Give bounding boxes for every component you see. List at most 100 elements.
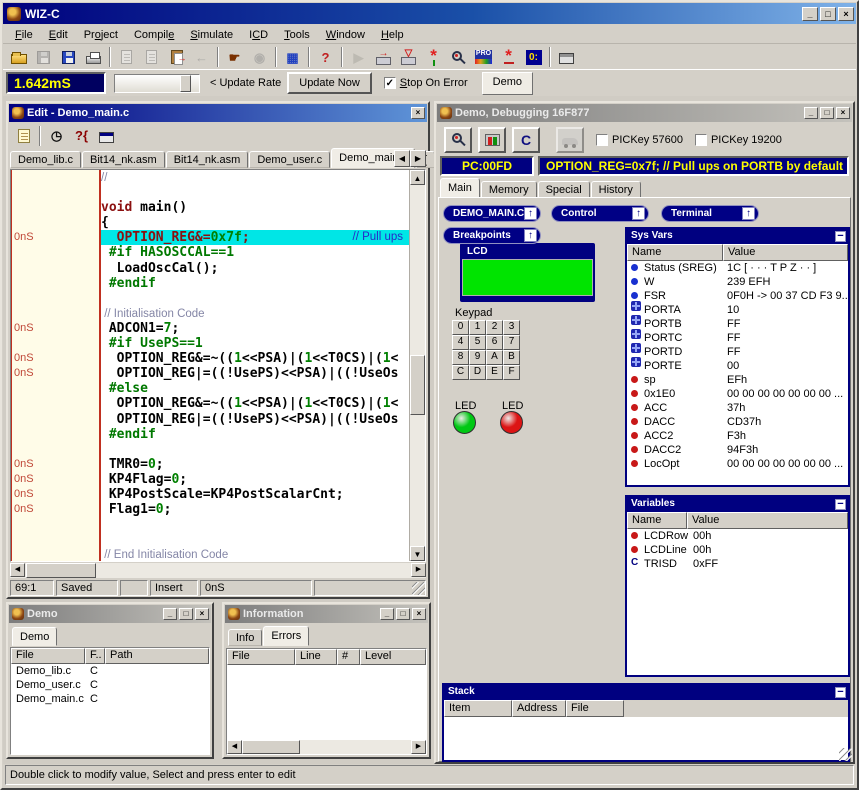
scroll-left-button[interactable]: ◀ — [10, 563, 25, 577]
variable-row[interactable]: LocOpt00 00 00 00 00 00 00 ... — [627, 457, 848, 471]
tab-scroll-right-button[interactable]: ▶ — [410, 150, 426, 167]
variable-row[interactable]: PORTE00 — [627, 359, 848, 373]
keypad-key-c[interactable]: C — [452, 365, 469, 380]
save-as-button[interactable] — [56, 46, 81, 69]
slider-thumb[interactable] — [180, 75, 191, 92]
update-now-button[interactable]: Update Now — [287, 72, 372, 94]
project-tab-demo[interactable]: Demo — [482, 72, 533, 95]
copy-notes-button[interactable] — [11, 124, 36, 147]
keypad-key-6[interactable]: 6 — [486, 335, 503, 350]
editor-tab-1[interactable]: Bit14_nk.asm — [82, 151, 165, 168]
panel-button-demo-main-c[interactable]: DEMO_MAIN.C↑ — [443, 205, 541, 222]
editor-vertical-scrollbar[interactable]: ▲ ▼ — [409, 170, 425, 561]
variable-row[interactable]: DACC294F3h — [627, 443, 848, 457]
main-title-bar[interactable]: WIZ-C _ □ × — [3, 3, 856, 24]
information-minimize-button[interactable]: _ — [380, 608, 394, 620]
debug-maximize-button[interactable]: □ — [820, 107, 834, 119]
variable-row[interactable]: PORTA10 — [627, 303, 848, 317]
zoom-button[interactable] — [444, 127, 472, 153]
variable-row[interactable]: ACC37h — [627, 401, 848, 415]
save-button[interactable] — [31, 46, 56, 69]
keypad-key-4[interactable]: 4 — [452, 335, 469, 350]
code-editor[interactable]: 0nS0nS0nS0nS0nS0nS0nS0nS //void main(){/… — [10, 169, 426, 562]
horizontal-scroll-thumb[interactable] — [26, 563, 96, 578]
go-to-breakpoint-button[interactable]: * — [421, 46, 446, 69]
keypad-key-a[interactable]: A — [486, 350, 503, 365]
menu-item-help[interactable]: Help — [373, 27, 412, 43]
information-title-bar[interactable]: Information _ □ × — [225, 605, 428, 623]
variable-row[interactable]: LCDRow00h — [627, 529, 848, 543]
find-execution-button[interactable] — [446, 46, 471, 69]
scroll-down-button[interactable]: ▼ — [410, 546, 425, 561]
variable-row[interactable]: CTRISD0xFF — [627, 557, 848, 571]
pickey-57600-checkbox[interactable] — [596, 134, 608, 146]
tab-scroll-left-button[interactable]: ◀ — [394, 150, 410, 167]
keypad-key-5[interactable]: 5 — [469, 335, 486, 350]
tab-info[interactable]: Info — [228, 629, 262, 646]
connect-button[interactable] — [478, 127, 506, 153]
keypad-key-1[interactable]: 1 — [469, 320, 486, 335]
code-text[interactable]: //void main(){// Pull ups OPTION_REG&=0x… — [101, 170, 409, 561]
editor-tab-3[interactable]: Demo_user.c — [249, 151, 330, 168]
stopwatch-button[interactable]: ◷ — [44, 124, 69, 147]
open-button[interactable] — [6, 46, 31, 69]
variable-row[interactable]: FSR0F0H -> 00 37 CD F3 9... — [627, 289, 848, 303]
help-button[interactable]: ? — [313, 46, 338, 69]
project-close-button[interactable]: × — [195, 608, 209, 620]
edit-close-button[interactable]: × — [411, 107, 425, 119]
maximize-button[interactable]: □ — [820, 7, 836, 21]
debug-tab-main[interactable]: Main — [440, 178, 480, 198]
information-close-button[interactable]: × — [412, 608, 426, 620]
variable-row[interactable]: DACCCD37h — [627, 415, 848, 429]
step-into-button[interactable]: → — [371, 46, 396, 69]
keypad-key-f[interactable]: F — [503, 365, 520, 380]
project-tab[interactable]: Demo — [12, 627, 57, 646]
update-rate-slider[interactable] — [114, 74, 200, 93]
variable-row[interactable]: ACC2F3h — [627, 429, 848, 443]
variable-row[interactable]: PORTBFF — [627, 317, 848, 331]
pickey-19200-checkbox[interactable] — [695, 134, 707, 146]
make-pointer-button[interactable]: ☛ — [222, 46, 247, 69]
menu-item-compile[interactable]: Compile — [126, 27, 182, 43]
context-help-button[interactable]: ?{ — [69, 124, 94, 147]
keypad-key-e[interactable]: E — [486, 365, 503, 380]
keypad-key-7[interactable]: 7 — [503, 335, 520, 350]
debug-resize-grip[interactable] — [839, 748, 852, 761]
scroll-left-button[interactable]: ◀ — [227, 740, 242, 754]
window-toggle-button[interactable] — [554, 46, 579, 69]
keypad-key-0[interactable]: 0 — [452, 320, 469, 335]
pro-mode-button[interactable]: PRO — [471, 46, 496, 69]
scroll-up-button[interactable]: ▲ — [410, 170, 425, 185]
debug-tab-memory[interactable]: Memory — [481, 181, 537, 198]
debug-minimize-button[interactable]: _ — [804, 107, 818, 119]
project-file-row[interactable]: Demo_lib.cC — [11, 664, 209, 678]
variable-row[interactable]: PORTDFF — [627, 345, 848, 359]
resize-grip[interactable] — [412, 582, 425, 595]
scroll-right-button[interactable]: ▶ — [411, 563, 426, 577]
run-button[interactable]: ▶ — [346, 46, 371, 69]
variable-row[interactable]: W239 EFH — [627, 275, 848, 289]
animate-button[interactable]: 0: — [521, 46, 546, 69]
new-page-button[interactable] — [114, 46, 139, 69]
variable-row[interactable]: Status (SREG)1C [ · · · T P Z · · ] — [627, 261, 848, 275]
menu-item-file[interactable]: File — [7, 27, 41, 43]
editor-tab-0[interactable]: Demo_lib.c — [10, 151, 81, 168]
close-button[interactable]: × — [838, 7, 854, 21]
information-maximize-button[interactable]: □ — [396, 608, 410, 620]
undo-button[interactable]: ← — [189, 46, 214, 69]
panel-button-control[interactable]: Control↑ — [551, 205, 649, 222]
project-file-row[interactable]: Demo_main.cC — [11, 692, 209, 706]
debug-close-button[interactable]: × — [836, 107, 850, 119]
tab-errors[interactable]: Errors — [263, 626, 309, 646]
menu-item-edit[interactable]: Edit — [41, 27, 76, 43]
errors-horizontal-scrollbar[interactable]: ◀ ▶ — [227, 740, 426, 754]
stack-header[interactable]: Stack − — [444, 685, 848, 700]
c-source-button[interactable]: C — [512, 127, 540, 153]
minimize-button[interactable]: _ — [802, 7, 818, 21]
project-minimize-button[interactable]: _ — [163, 608, 177, 620]
project-file-row[interactable]: Demo_user.cC — [11, 678, 209, 692]
variable-row[interactable]: PORTCFF — [627, 331, 848, 345]
reset-button[interactable]: * — [496, 46, 521, 69]
sys-vars-header[interactable]: Sys Vars − — [627, 229, 848, 244]
stop-on-error-checkbox[interactable]: ✓ — [384, 77, 396, 89]
